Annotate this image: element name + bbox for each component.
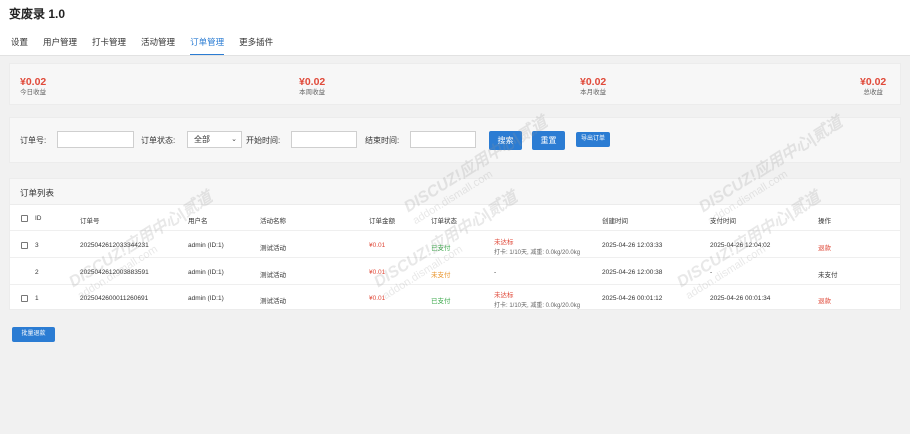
tab-activities[interactable]: 活动管理 (141, 36, 175, 55)
orders-panel: 订单列表 ID 订单号 用户名 活动名称 订单金额 订单状态 创建时间 支付时间… (9, 178, 901, 310)
cell-order-no: 2025042612033344231 (80, 242, 149, 249)
cell-activity: 测试活动 (260, 245, 286, 252)
revenue-stats: ¥0.02 今日收益 ¥0.02 本周收益 ¥0.02 本月收益 ¥0.02 总… (9, 63, 901, 105)
cell-paid: - (710, 269, 713, 276)
cell-created: 2025-04-26 12:03:33 (602, 242, 663, 249)
filter-bar: 订单号: 订单状态: 全部 ⌄ 开始时间: 结束时间: 搜索 重置 导出订单 (9, 117, 901, 163)
batch-refund-button[interactable]: 批量退款 (12, 327, 55, 342)
start-time-input[interactable] (291, 131, 357, 148)
cell-id: 3 (35, 242, 39, 249)
cell-order-no: 2025042600011260691 (80, 295, 149, 302)
end-time-label: 结束时间: (365, 136, 400, 145)
cell-status: 已支付 (431, 245, 451, 252)
cell-amount: ¥0.01 (369, 242, 386, 249)
header-order-no: 订单号 (80, 218, 100, 225)
cell-created: 2025-04-26 00:01:12 (602, 295, 663, 302)
stat-label: 本周收益 (299, 89, 326, 96)
stat-value: ¥0.02 (860, 76, 887, 88)
cell-progress: 未达标 打卡: 1/10天, 减重: 0.0kg/20.0kg (494, 289, 580, 309)
cell-id: 2 (35, 269, 39, 276)
cell-activity: 测试活动 (260, 298, 286, 305)
stat-value: ¥0.02 (299, 76, 326, 88)
stat-value: ¥0.02 (20, 76, 47, 88)
header-paid: 支付时间 (710, 218, 736, 225)
tab-users[interactable]: 用户管理 (43, 36, 77, 55)
stat-week: ¥0.02 本周收益 (299, 76, 325, 97)
progress-status: - (494, 269, 497, 276)
cell-activity: 测试活动 (260, 272, 286, 279)
header-user: 用户名 (188, 218, 208, 225)
cell-paid: 2025-04-26 00:01:34 (710, 295, 771, 302)
export-orders-button[interactable]: 导出订单 (576, 132, 610, 147)
stat-value: ¥0.02 (580, 76, 607, 88)
tab-settings[interactable]: 设置 (11, 36, 28, 55)
stat-label: 总收益 (863, 89, 883, 96)
table-row: 1 2025042600011260691 admin (ID:1) 测试活动 … (10, 286, 900, 311)
chevron-down-icon: ⌄ (231, 136, 237, 143)
unpaid-label: 未支付 (818, 272, 838, 279)
header-status: 订单状态 (431, 218, 457, 225)
stat-month: ¥0.02 本月收益 (580, 76, 606, 97)
progress-detail: 打卡: 1/10天, 减重: 0.0kg/20.0kg (494, 250, 581, 256)
order-no-input[interactable] (57, 131, 134, 148)
progress-detail: 打卡: 1/10天, 减重: 0.0kg/20.0kg (494, 303, 581, 309)
refund-link[interactable]: 退款 (818, 295, 831, 305)
reset-button[interactable]: 重置 (532, 131, 565, 150)
header-action: 操作 (818, 218, 831, 225)
stat-label: 本月收益 (580, 89, 607, 96)
header-amount: 订单金额 (369, 218, 395, 225)
start-time-label: 开始时间: (246, 136, 281, 145)
panel-header: 订单列表 (10, 179, 900, 205)
table-row: 3 2025042612033344231 admin (ID:1) 测试活动 … (10, 232, 900, 258)
stat-label: 今日收益 (20, 89, 47, 96)
cell-user: admin (ID:1) (188, 295, 224, 302)
cell-progress: 未达标 打卡: 1/10天, 减重: 0.0kg/20.0kg (494, 236, 580, 256)
table-header: ID 订单号 用户名 活动名称 订单金额 订单状态 创建时间 支付时间 操作 (10, 206, 900, 231)
row-checkbox[interactable] (21, 242, 28, 249)
cell-user: admin (ID:1) (188, 242, 224, 249)
header-activity: 活动名称 (260, 218, 286, 225)
panel-title: 订单列表 (20, 188, 55, 198)
status-label: 订单状态: (141, 136, 176, 145)
status-select[interactable]: 全部 ⌄ (187, 131, 242, 148)
stat-today: ¥0.02 今日收益 (20, 76, 46, 97)
top-bar: 变废录 1.0 设置 用户管理 打卡管理 活动管理 订单管理 更多插件 (0, 0, 910, 56)
app-title: 变废录 1.0 (9, 7, 66, 21)
refund-link[interactable]: 退款 (818, 242, 831, 252)
order-no-label: 订单号: (20, 136, 47, 145)
cell-created: 2025-04-26 12:00:38 (602, 269, 663, 276)
cell-order-no: 2025042612003883591 (80, 269, 149, 276)
cell-paid: 2025-04-26 12:04:02 (710, 242, 771, 249)
status-select-value: 全部 (194, 135, 210, 144)
cell-amount: ¥0.01 (369, 295, 386, 302)
header-created: 创建时间 (602, 218, 628, 225)
tab-more-plugins[interactable]: 更多插件 (239, 36, 273, 55)
progress-status: 未达标 (494, 239, 514, 246)
table-row: 2 2025042612003883591 admin (ID:1) 测试活动 … (10, 259, 900, 285)
stat-total: ¥0.02 总收益 (860, 76, 886, 97)
row-checkbox[interactable] (21, 295, 28, 302)
end-time-input[interactable] (410, 131, 476, 148)
header-id: ID (35, 215, 42, 222)
cell-user: admin (ID:1) (188, 269, 224, 276)
tab-checkin[interactable]: 打卡管理 (92, 36, 126, 55)
cell-status: 未支付 (431, 272, 451, 279)
progress-status: 未达标 (494, 292, 514, 299)
tab-orders[interactable]: 订单管理 (190, 36, 225, 55)
search-button[interactable]: 搜索 (489, 131, 522, 150)
cell-status: 已支付 (431, 298, 451, 305)
cell-id: 1 (35, 295, 39, 302)
nav-tabs: 设置 用户管理 打卡管理 活动管理 订单管理 更多插件 (0, 36, 277, 55)
select-all-checkbox[interactable] (21, 215, 28, 222)
cell-amount: ¥0.01 (369, 269, 386, 276)
